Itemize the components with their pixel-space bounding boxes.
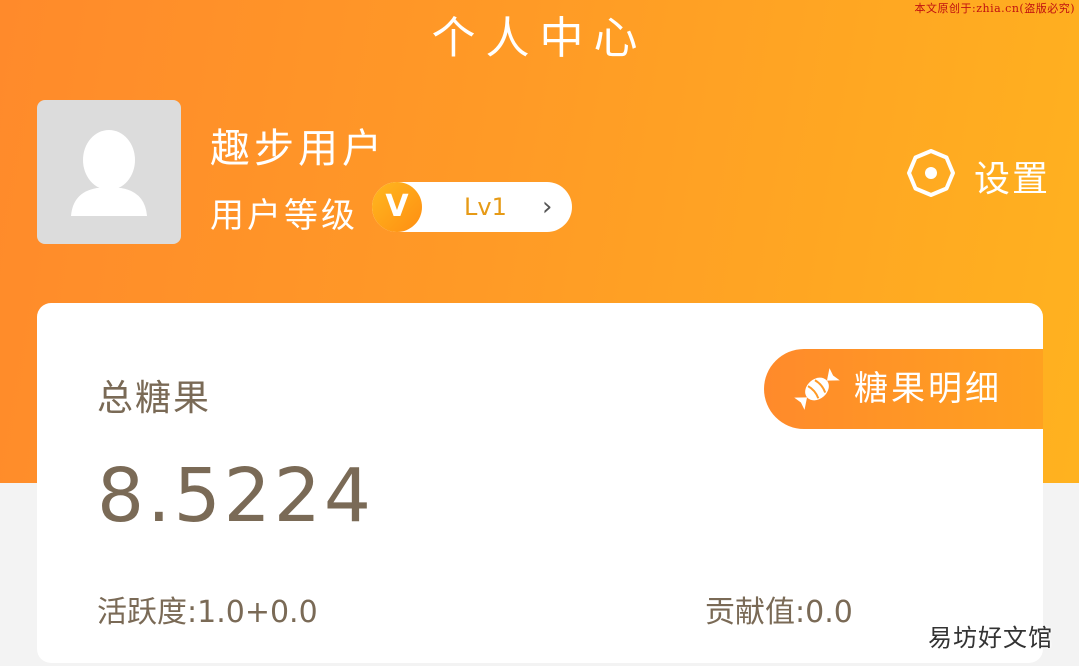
- watermark-bottom: 易坊好文馆: [928, 624, 1053, 652]
- total-candy-value: 8.5224: [97, 453, 374, 539]
- user-level-label: 用户等级: [210, 196, 358, 236]
- settings-icon: [907, 149, 955, 197]
- contribution-value: 贡献值:0.0: [705, 595, 853, 630]
- candy-detail-button[interactable]: 糖果明细: [764, 349, 1043, 429]
- level-value: Lv1: [464, 193, 507, 221]
- candy-icon: [794, 368, 840, 410]
- avatar[interactable]: [37, 100, 181, 244]
- vip-badge-icon: V: [372, 182, 422, 232]
- settings-label: 设置: [974, 159, 1051, 200]
- candy-card: 总糖果 糖果明细 8.5224 活跃度:1.0+0.0 贡献值:0.0: [37, 303, 1043, 663]
- candy-detail-label: 糖果明细: [854, 369, 1002, 409]
- user-silhouette-icon: [71, 130, 147, 216]
- activity-value: 活跃度:1.0+0.0: [97, 595, 318, 630]
- page-title: 个人中心: [431, 13, 648, 64]
- chevron-right-icon: ›: [542, 192, 553, 222]
- total-candy-label: 总糖果: [97, 378, 212, 419]
- username: 趣步用户: [210, 126, 386, 172]
- user-level-button[interactable]: V Lv1 ›: [372, 182, 572, 232]
